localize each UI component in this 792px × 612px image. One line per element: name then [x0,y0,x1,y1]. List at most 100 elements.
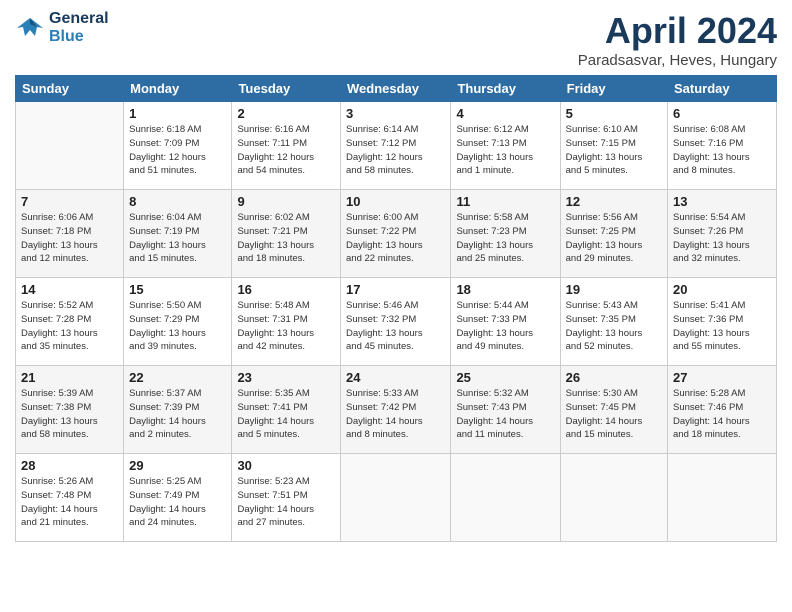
day-cell: 30Sunrise: 5:23 AM Sunset: 7:51 PM Dayli… [232,454,341,542]
day-cell: 5 Sunrise: 6:10 AM Sunset: 7:15 PM Daylig… [560,102,667,190]
day-info: Sunrise: 6:00 AM Sunset: 7:22 PM Dayligh… [346,211,445,266]
day-number: 20 [673,282,771,297]
week-row-2: 7 Sunrise: 6:06 AM Sunset: 7:18 PM Daylig… [16,190,777,278]
day-cell: 15 Sunrise: 5:50 AM Sunset: 7:29 PM Dayli… [124,278,232,366]
day-info: Sunrise: 5:48 AM Sunset: 7:31 PM Dayligh… [237,299,335,354]
day-number: 7 [21,194,118,209]
day-number: 23 [237,370,335,385]
week-row-1: 1 Sunrise: 6:18 AM Sunset: 7:09 PM Daylig… [16,102,777,190]
day-cell: 22 Sunrise: 5:37 AM Sunset: 7:39 PM Dayli… [124,366,232,454]
day-number: 28 [21,458,118,473]
day-cell [560,454,667,542]
day-number: 30 [237,458,335,473]
day-cell: 16 Sunrise: 5:48 AM Sunset: 7:31 PM Dayli… [232,278,341,366]
day-number: 5 [566,106,662,121]
day-number: 3 [346,106,445,121]
day-info: Sunrise: 5:50 AM Sunset: 7:29 PM Dayligh… [129,299,226,354]
logo-text-blue: Blue [49,28,109,46]
day-cell [668,454,777,542]
day-number: 13 [673,194,771,209]
day-cell: 26 Sunrise: 5:30 AM Sunset: 7:45 PM Dayli… [560,366,667,454]
day-cell: 17 Sunrise: 5:46 AM Sunset: 7:32 PM Dayli… [341,278,451,366]
page-header: General Blue April 2024 Paradsasvar, Hev… [15,10,777,69]
day-number: 17 [346,282,445,297]
day-number: 14 [21,282,118,297]
day-cell: 18 Sunrise: 5:44 AM Sunset: 7:33 PM Dayli… [451,278,560,366]
day-cell: 2 Sunrise: 6:16 AM Sunset: 7:11 PM Daylig… [232,102,341,190]
day-number: 16 [237,282,335,297]
day-cell: 10Sunrise: 6:00 AM Sunset: 7:22 PM Dayli… [341,190,451,278]
day-info: Sunrise: 5:41 AM Sunset: 7:36 PM Dayligh… [673,299,771,354]
day-cell: 14Sunrise: 5:52 AM Sunset: 7:28 PM Dayli… [16,278,124,366]
day-info: Sunrise: 5:46 AM Sunset: 7:32 PM Dayligh… [346,299,445,354]
day-number: 21 [21,370,118,385]
day-info: Sunrise: 5:32 AM Sunset: 7:43 PM Dayligh… [456,387,554,442]
calendar-subtitle: Paradsasvar, Heves, Hungary [578,52,777,69]
day-info: Sunrise: 6:08 AM Sunset: 7:16 PM Dayligh… [673,123,771,178]
day-info: Sunrise: 6:06 AM Sunset: 7:18 PM Dayligh… [21,211,118,266]
day-cell: 19 Sunrise: 5:43 AM Sunset: 7:35 PM Dayli… [560,278,667,366]
day-cell: 23Sunrise: 5:35 AM Sunset: 7:41 PM Dayli… [232,366,341,454]
day-number: 22 [129,370,226,385]
logo-icon [15,14,45,42]
day-info: Sunrise: 6:04 AM Sunset: 7:19 PM Dayligh… [129,211,226,266]
day-number: 19 [566,282,662,297]
day-cell [16,102,124,190]
col-header-sunday: Sunday [16,76,124,102]
calendar-title: April 2024 [578,10,777,52]
col-header-wednesday: Wednesday [341,76,451,102]
day-cell: 12 Sunrise: 5:56 AM Sunset: 7:25 PM Dayli… [560,190,667,278]
day-number: 12 [566,194,662,209]
day-number: 4 [456,106,554,121]
day-info: Sunrise: 6:12 AM Sunset: 7:13 PM Dayligh… [456,123,554,178]
day-cell: 24Sunrise: 5:33 AM Sunset: 7:42 PM Dayli… [341,366,451,454]
day-cell: 4 Sunrise: 6:12 AM Sunset: 7:13 PM Daylig… [451,102,560,190]
day-info: Sunrise: 5:39 AM Sunset: 7:38 PM Dayligh… [21,387,118,442]
day-cell: 3Sunrise: 6:14 AM Sunset: 7:12 PM Daylig… [341,102,451,190]
day-info: Sunrise: 5:30 AM Sunset: 7:45 PM Dayligh… [566,387,662,442]
day-number: 26 [566,370,662,385]
day-info: Sunrise: 5:43 AM Sunset: 7:35 PM Dayligh… [566,299,662,354]
day-number: 2 [237,106,335,121]
day-number: 29 [129,458,226,473]
day-number: 24 [346,370,445,385]
day-cell: 25Sunrise: 5:32 AM Sunset: 7:43 PM Dayli… [451,366,560,454]
day-cell [341,454,451,542]
day-cell: 1 Sunrise: 6:18 AM Sunset: 7:09 PM Daylig… [124,102,232,190]
day-cell: 8Sunrise: 6:04 AM Sunset: 7:19 PM Daylig… [124,190,232,278]
day-cell: 28Sunrise: 5:26 AM Sunset: 7:48 PM Dayli… [16,454,124,542]
day-number: 9 [237,194,335,209]
day-cell [451,454,560,542]
day-info: Sunrise: 6:02 AM Sunset: 7:21 PM Dayligh… [237,211,335,266]
day-number: 15 [129,282,226,297]
day-number: 18 [456,282,554,297]
day-info: Sunrise: 5:28 AM Sunset: 7:46 PM Dayligh… [673,387,771,442]
day-number: 1 [129,106,226,121]
col-header-tuesday: Tuesday [232,76,341,102]
col-header-thursday: Thursday [451,76,560,102]
day-info: Sunrise: 6:18 AM Sunset: 7:09 PM Dayligh… [129,123,226,178]
day-info: Sunrise: 5:25 AM Sunset: 7:49 PM Dayligh… [129,475,226,530]
day-info: Sunrise: 5:56 AM Sunset: 7:25 PM Dayligh… [566,211,662,266]
day-info: Sunrise: 5:58 AM Sunset: 7:23 PM Dayligh… [456,211,554,266]
logo-text-general: General [49,10,109,28]
day-cell: 29 Sunrise: 5:25 AM Sunset: 7:49 PM Dayli… [124,454,232,542]
col-header-saturday: Saturday [668,76,777,102]
day-cell: 20 Sunrise: 5:41 AM Sunset: 7:36 PM Dayli… [668,278,777,366]
day-info: Sunrise: 6:16 AM Sunset: 7:11 PM Dayligh… [237,123,335,178]
header-row: SundayMondayTuesdayWednesdayThursdayFrid… [16,76,777,102]
day-cell: 27 Sunrise: 5:28 AM Sunset: 7:46 PM Dayli… [668,366,777,454]
week-row-3: 14Sunrise: 5:52 AM Sunset: 7:28 PM Dayli… [16,278,777,366]
col-header-monday: Monday [124,76,232,102]
day-info: Sunrise: 5:44 AM Sunset: 7:33 PM Dayligh… [456,299,554,354]
title-area: April 2024 Paradsasvar, Heves, Hungary [578,10,777,69]
day-cell: 7 Sunrise: 6:06 AM Sunset: 7:18 PM Daylig… [16,190,124,278]
day-number: 6 [673,106,771,121]
day-info: Sunrise: 5:54 AM Sunset: 7:26 PM Dayligh… [673,211,771,266]
day-cell: 6 Sunrise: 6:08 AM Sunset: 7:16 PM Daylig… [668,102,777,190]
logo: General Blue [15,10,109,45]
day-info: Sunrise: 5:37 AM Sunset: 7:39 PM Dayligh… [129,387,226,442]
day-number: 27 [673,370,771,385]
day-info: Sunrise: 6:10 AM Sunset: 7:15 PM Dayligh… [566,123,662,178]
week-row-4: 21 Sunrise: 5:39 AM Sunset: 7:38 PM Dayli… [16,366,777,454]
